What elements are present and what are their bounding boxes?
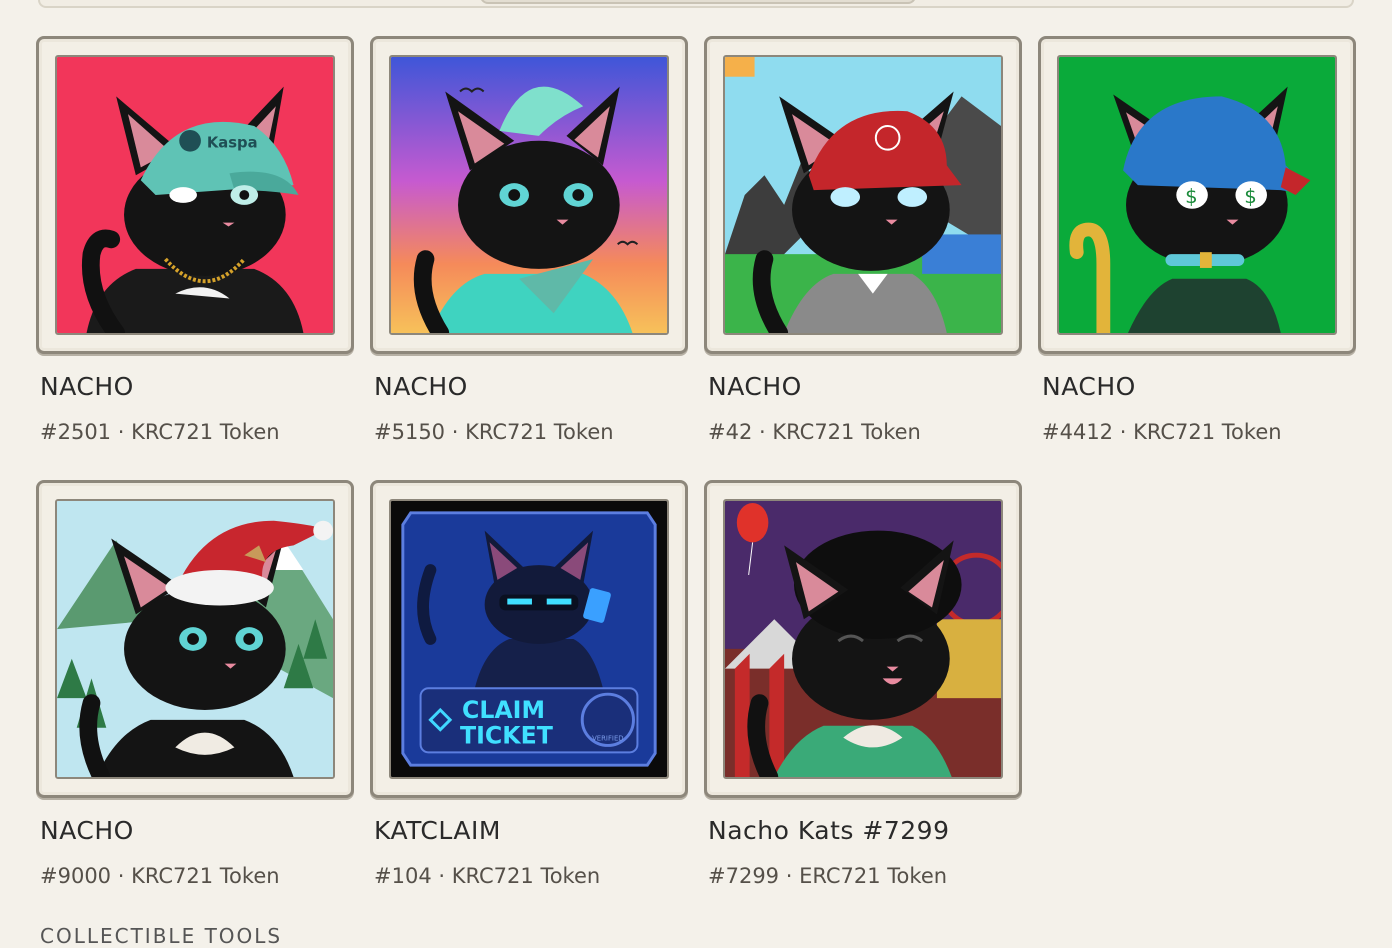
nft-image: $ $ bbox=[1057, 55, 1337, 335]
svg-text:CLAIM: CLAIM bbox=[462, 696, 545, 724]
nft-card[interactable]: Nacho Kats #7299 #7299 · ERC721 Token bbox=[704, 480, 1022, 888]
cat-with-afro-carnival-image bbox=[725, 501, 1001, 777]
nft-image-frame[interactable] bbox=[704, 36, 1022, 354]
nft-name: Nacho Kats #7299 bbox=[708, 816, 950, 845]
cat-with-kaspa-cap-image: Kaspa bbox=[57, 57, 333, 333]
cat-with-red-cap-pixel-landscape-image bbox=[725, 57, 1001, 333]
nft-image-frame[interactable] bbox=[370, 36, 688, 354]
nft-card[interactable]: Kaspa NACHO #2501 · KRC721 Token bbox=[36, 36, 354, 444]
nft-meta: #2501 · KRC721 Token bbox=[40, 420, 280, 444]
nft-card[interactable]: NACHO #42 · KRC721 Token bbox=[704, 36, 1022, 444]
nft-card[interactable]: NACHO #9000 · KRC721 Token bbox=[36, 480, 354, 888]
nft-image-frame[interactable] bbox=[36, 480, 354, 798]
nft-name: NACHO bbox=[40, 816, 134, 845]
nft-image bbox=[389, 55, 669, 335]
nft-image bbox=[55, 499, 335, 779]
nft-card[interactable]: $ $ NACHO #4412 · KRC721 Token bbox=[1038, 36, 1356, 444]
nft-image: CLAIM TICKET VERIFIED bbox=[389, 499, 669, 779]
nft-image: Kaspa bbox=[55, 55, 335, 335]
nft-name: KATCLAIM bbox=[374, 816, 501, 845]
svg-text:VERIFIED: VERIFIED bbox=[592, 735, 623, 743]
nft-card[interactable]: NACHO #5150 · KRC721 Token bbox=[370, 36, 688, 444]
nft-meta: #7299 · ERC721 Token bbox=[708, 864, 948, 888]
nft-image-frame[interactable]: CLAIM TICKET VERIFIED bbox=[370, 480, 688, 798]
nft-name: NACHO bbox=[40, 372, 134, 401]
nft-image bbox=[723, 55, 1003, 335]
svg-text:Kaspa: Kaspa bbox=[207, 135, 258, 152]
nft-name: NACHO bbox=[708, 372, 802, 401]
nft-name: NACHO bbox=[374, 372, 468, 401]
nft-card[interactable]: CLAIM TICKET VERIFIED KATCLAIM #104 · KR… bbox=[370, 480, 688, 888]
cat-with-santa-hat-image bbox=[57, 501, 333, 777]
nft-image-frame[interactable]: Kaspa bbox=[36, 36, 354, 354]
cat-with-blue-cap-dollar-eyes-image: $ $ bbox=[1059, 57, 1335, 333]
active-tab[interactable] bbox=[480, 0, 916, 4]
nft-meta: #9000 · KRC721 Token bbox=[40, 864, 280, 888]
nft-meta: #104 · KRC721 Token bbox=[374, 864, 601, 888]
nft-image-frame[interactable] bbox=[704, 480, 1022, 798]
tab-bar bbox=[38, 0, 1354, 8]
nft-meta: #42 · KRC721 Token bbox=[708, 420, 921, 444]
svg-text:$: $ bbox=[1244, 185, 1257, 208]
nft-meta: #4412 · KRC721 Token bbox=[1042, 420, 1282, 444]
svg-text:TICKET: TICKET bbox=[460, 721, 553, 749]
svg-text:$: $ bbox=[1185, 185, 1198, 208]
cat-with-teal-mohawk-image bbox=[391, 57, 667, 333]
nft-name: NACHO bbox=[1042, 372, 1136, 401]
nft-image bbox=[723, 499, 1003, 779]
claim-ticket-cat-image: CLAIM TICKET VERIFIED bbox=[391, 501, 667, 777]
nft-image-frame[interactable]: $ $ bbox=[1038, 36, 1356, 354]
nft-meta: #5150 · KRC721 Token bbox=[374, 420, 614, 444]
section-heading: COLLECTIBLE TOOLS bbox=[40, 924, 283, 948]
